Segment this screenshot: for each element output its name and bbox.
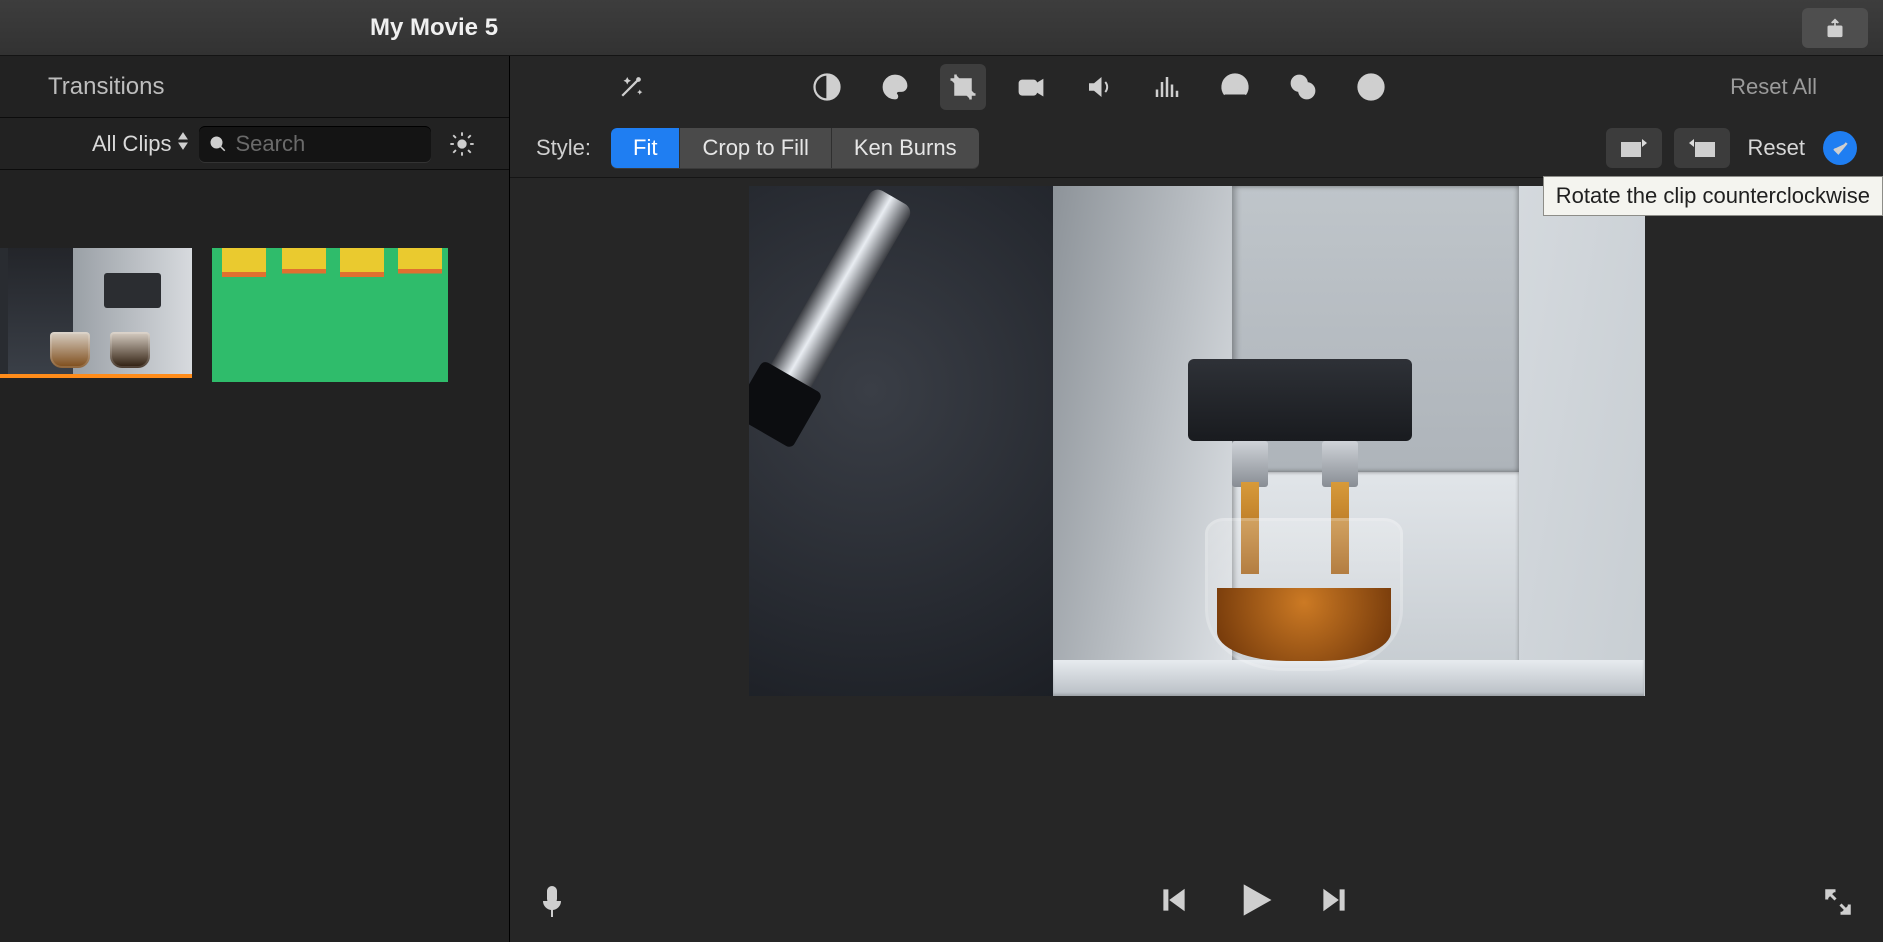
check-icon bbox=[1830, 138, 1850, 158]
rotate-cw-icon bbox=[1619, 137, 1649, 159]
share-icon bbox=[1825, 16, 1845, 40]
color-balance-button[interactable] bbox=[804, 64, 850, 110]
style-fit-button[interactable]: Fit bbox=[611, 128, 680, 168]
fullscreen-button[interactable] bbox=[1823, 887, 1853, 922]
rotate-counterclockwise-button[interactable] bbox=[1674, 128, 1730, 168]
skip-forward-icon bbox=[1319, 885, 1349, 915]
browser-panel: Transitions All Clips bbox=[0, 56, 510, 942]
video-preview[interactable] bbox=[749, 186, 1645, 696]
camera-icon bbox=[1016, 72, 1046, 102]
skip-back-icon bbox=[1159, 885, 1189, 915]
rotate-ccw-icon bbox=[1687, 137, 1717, 159]
next-frame-button[interactable] bbox=[1319, 885, 1349, 920]
palette-icon bbox=[880, 72, 910, 102]
crop-button[interactable] bbox=[940, 64, 986, 110]
crop-icon bbox=[948, 72, 978, 102]
search-field[interactable] bbox=[199, 126, 431, 162]
clip-thumbnail-video[interactable] bbox=[0, 248, 192, 378]
style-ken-burns-button[interactable]: Ken Burns bbox=[832, 128, 979, 168]
clips-filter-dropdown[interactable]: All Clips bbox=[92, 131, 189, 157]
share-button[interactable] bbox=[1802, 8, 1868, 48]
microphone-icon bbox=[540, 885, 564, 919]
color-correction-button[interactable] bbox=[872, 64, 918, 110]
play-icon bbox=[1235, 881, 1273, 919]
tooltip: Rotate the clip counterclockwise bbox=[1543, 176, 1883, 216]
wand-icon bbox=[616, 72, 646, 102]
speed-button[interactable] bbox=[1212, 64, 1258, 110]
contrast-icon bbox=[812, 72, 842, 102]
expand-icon bbox=[1823, 887, 1853, 917]
browser-header: Transitions bbox=[0, 56, 509, 118]
info-icon bbox=[1356, 72, 1386, 102]
browser-title: Transitions bbox=[48, 73, 164, 101]
reset-all-button[interactable]: Reset All bbox=[1730, 74, 1857, 100]
volume-button[interactable] bbox=[1076, 64, 1122, 110]
settings-gear-button[interactable] bbox=[447, 129, 477, 159]
prev-frame-button[interactable] bbox=[1159, 885, 1189, 920]
clip-thumbnails bbox=[0, 170, 509, 942]
filters-button[interactable] bbox=[1280, 64, 1326, 110]
overlap-circles-icon bbox=[1288, 72, 1318, 102]
crop-reset-button[interactable]: Reset bbox=[1748, 135, 1805, 161]
clip-thumbnail-audio[interactable] bbox=[212, 248, 448, 382]
titlebar: My Movie 5 bbox=[0, 0, 1883, 56]
info-button[interactable] bbox=[1348, 64, 1394, 110]
style-crop-to-fill-button[interactable]: Crop to Fill bbox=[680, 128, 831, 168]
apply-crop-button[interactable] bbox=[1823, 131, 1857, 165]
updown-icon bbox=[177, 131, 189, 157]
enhance-button[interactable] bbox=[608, 64, 654, 110]
project-title: My Movie 5 bbox=[370, 14, 498, 42]
style-label: Style: bbox=[536, 135, 591, 161]
speaker-icon bbox=[1084, 72, 1114, 102]
gear-icon bbox=[448, 130, 476, 158]
play-button[interactable] bbox=[1235, 881, 1273, 924]
equalizer-icon bbox=[1152, 72, 1182, 102]
noise-reduction-button[interactable] bbox=[1144, 64, 1190, 110]
style-segmented-control: Fit Crop to Fill Ken Burns bbox=[611, 128, 979, 168]
stabilization-button[interactable] bbox=[1008, 64, 1054, 110]
search-icon bbox=[209, 135, 227, 153]
voiceover-button[interactable] bbox=[540, 885, 564, 924]
rotate-clockwise-button[interactable] bbox=[1606, 128, 1662, 168]
speedometer-icon bbox=[1220, 72, 1250, 102]
search-input[interactable] bbox=[235, 131, 523, 157]
clips-filter-label: All Clips bbox=[92, 131, 171, 157]
viewer-panel: Reset All Style: Fit Crop to Fill Ken Bu… bbox=[510, 56, 1883, 942]
